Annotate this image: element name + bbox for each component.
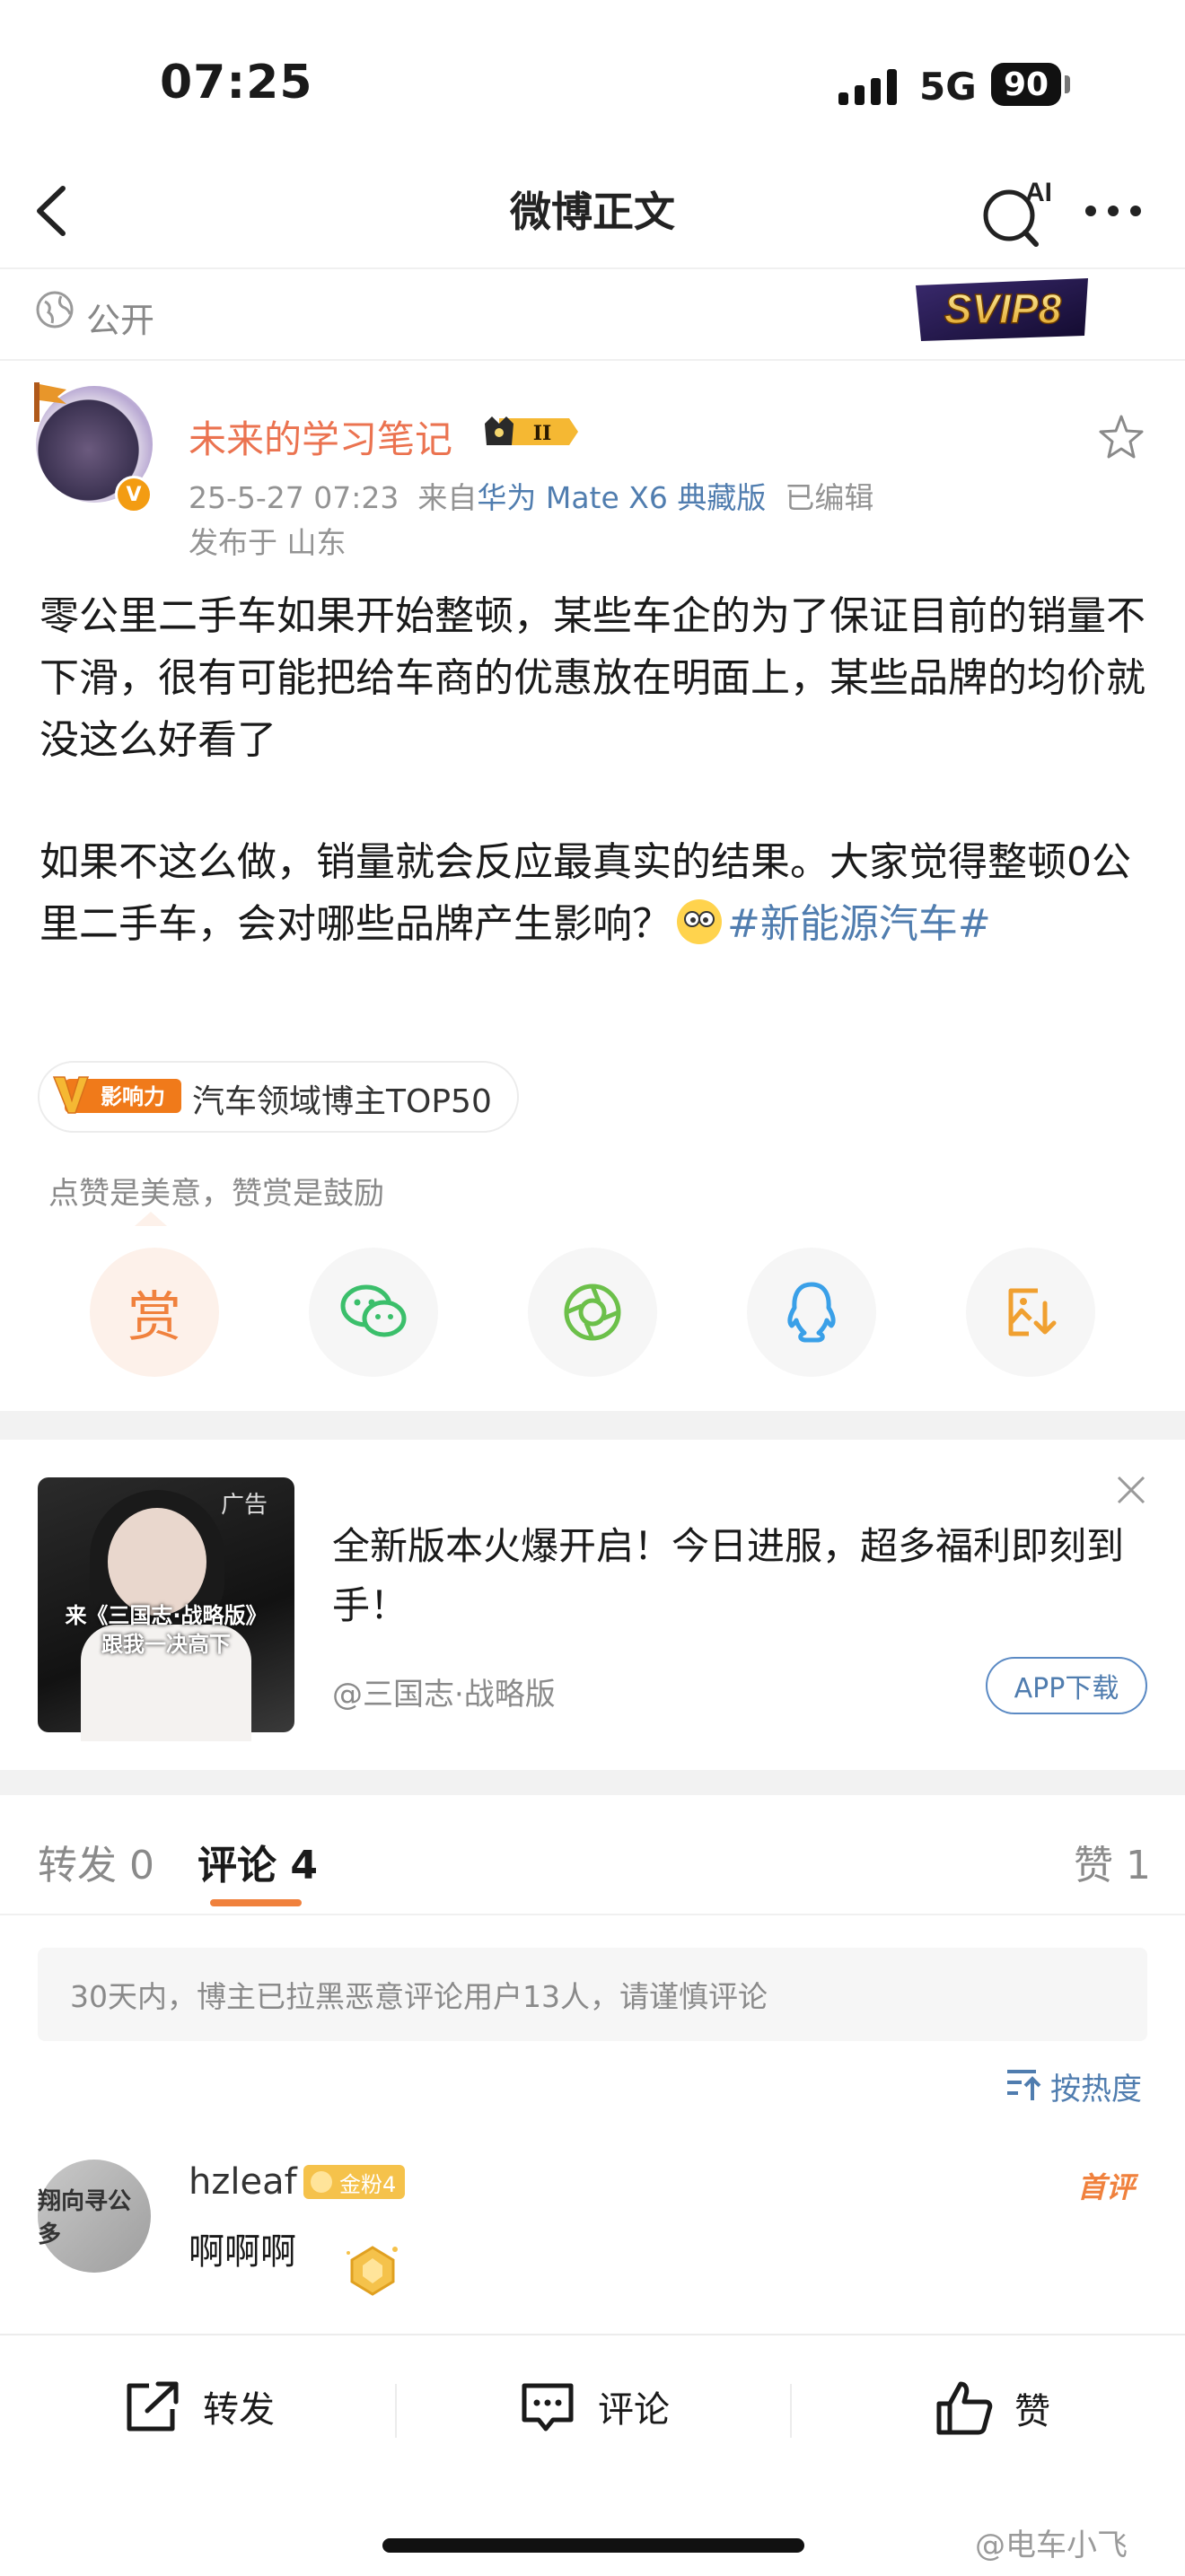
commenter-avatar[interactable]: 翔向寻公多 [38,2160,151,2273]
favorite-button[interactable] [1097,413,1146,461]
signal-icon [838,67,897,105]
edited-label[interactable]: 已编辑 [785,480,873,515]
ad-image-caption: 来《三国志·战略版》 跟我一决高下 [54,1601,278,1659]
bottom-separator [790,2384,792,2438]
repost-icon [127,2381,179,2431]
level-badge-text: II [533,422,552,445]
globe-icon [34,289,75,330]
thinking-emoji-icon [677,899,722,944]
section-gap [0,1411,1185,1440]
more-dots-icon [1085,206,1141,216]
sort-button[interactable]: 按热度 [1050,2064,1142,2108]
comment-label: 评论 [598,2389,670,2431]
ad-caption-line-1: 来《三国志·战略版》 [65,1603,268,1628]
ai-search-button[interactable]: AI [979,176,1059,248]
commenter-avatar-text: 翔向寻公多 [38,2188,132,2248]
close-icon [1117,1476,1146,1504]
status-bar: 07:25 5G 90 [0,0,1185,171]
watermark: @电车小飞 [975,2528,1128,2563]
influence-icon-text: 影响力 [101,1084,165,1109]
reward-icon: 赏 [127,1285,181,1349]
comment-notice: 30天内，博主已拉黑恶意评论用户13人，请谨慎评论 [38,1948,1147,2041]
comment-text[interactable]: 啊啊啊 [189,2222,296,2274]
home-indicator [382,2538,804,2553]
qq-icon [787,1282,836,1343]
tabs-divider [0,1914,1185,1915]
visibility-label: 公开 [86,301,155,340]
bottom-separator [395,2384,397,2438]
ad-image-face [108,1508,206,1616]
moments-icon [564,1284,621,1341]
save-image-icon [1008,1288,1057,1336]
fan-badge-text: 金粉4 [339,2171,397,2197]
app-download-button[interactable]: APP下载 [986,1657,1147,1714]
tab-like[interactable]: 赞 1 [1074,1833,1151,1890]
share-wechat-button[interactable] [309,1248,438,1377]
ad-tag: 广告 [221,1492,268,1519]
commenter-name[interactable]: hzleaf [189,2161,297,2203]
active-tab-indicator [210,1899,302,1906]
battery-level: 90 [1003,66,1049,103]
section-gap [0,1770,1185,1795]
ad-close-button[interactable] [1113,1472,1149,1508]
battery-icon: 90 [991,63,1061,106]
ad-source[interactable]: @三国志·战略版 [332,1669,556,1713]
like-label: 赞 [1014,2391,1050,2432]
post-timestamp: 25-5-27 07:23 [189,480,399,515]
more-button[interactable] [1082,193,1145,229]
from-prefix: 来自 [417,480,478,515]
hashtag-link[interactable]: #新能源汽车# [727,901,991,947]
tab-comment[interactable]: 评论 4 [198,1833,318,1890]
share-qq-button[interactable] [747,1248,876,1377]
save-image-button[interactable] [966,1248,1095,1377]
repost-button[interactable]: 转发 [122,2379,275,2434]
influence-text: 汽车领域博主TOP50 [192,1083,492,1120]
post-paragraph-2: 如果不这么做，销量就会反应最真实的结果。大家觉得整顿0公里二手车，会对哪些品牌产… [40,831,1153,955]
ai-label: AI [1025,178,1052,207]
post-location: 发布于 山东 [189,525,347,560]
visibility-divider [0,359,1185,361]
post-paragraph-1: 零公里二手车如果开始整顿，某些车企的为了保证目前的销量不下滑，很有可能把给车商的… [40,593,1146,763]
svip-badge[interactable]: SVIP8 [908,273,1097,345]
device-link[interactable]: 华为 Mate X6 典藏版 [477,480,766,515]
sort-icon[interactable] [1004,2064,1043,2104]
tab-repost[interactable]: 转发 0 [38,1833,154,1890]
post-meta: 25-5-27 07:23 来自华为 Mate X6 典藏版 已编辑 [189,474,873,517]
member-crown-icon[interactable]: II [481,411,582,452]
star-icon [1099,415,1144,459]
share-moments-button[interactable] [528,1248,657,1377]
avatar-frame-icon [27,377,72,424]
verified-badge-icon: V [115,476,153,513]
first-comment-label: 首评 [1077,2170,1136,2204]
author-name[interactable]: 未来的学习笔记 [189,409,452,464]
battery-tip [1065,75,1070,93]
ad-caption-line-2: 跟我一决高下 [101,1632,231,1657]
ad-title[interactable]: 全新版本火爆开启！今日进服，超多福利即刻到手！ [332,1517,1140,1635]
reward-tip: 点赞是美意，赞赏是鼓励 [48,1176,384,1212]
notice-text: 30天内，博主已拉黑恶意评论用户13人，请谨慎评论 [70,1979,768,2014]
comment-button[interactable]: 评论 [517,2379,670,2434]
status-time: 07:25 [160,56,313,110]
influence-icon: 影响力 [52,1073,183,1117]
comment-icon [522,2383,574,2431]
fan-badge-icon [311,2171,332,2193]
thumbs-up-icon [936,2381,993,2435]
nav-divider [0,267,1185,269]
ai-search-icon: AI [983,178,1052,247]
medal-icon [341,2240,404,2300]
tip-arrow [135,1212,167,1226]
svip-text: SVIP8 [944,285,1062,332]
wechat-icon [340,1284,407,1337]
repost-label: 转发 [203,2389,275,2431]
reward-button[interactable]: 赏 [90,1248,219,1377]
like-button[interactable]: 赞 [934,2379,1050,2438]
network-type: 5G [919,65,977,109]
